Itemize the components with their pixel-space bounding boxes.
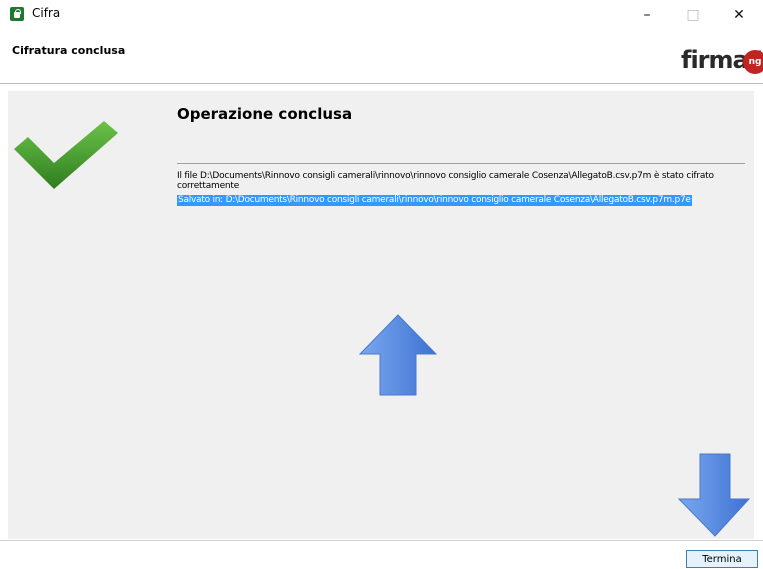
close-button[interactable]: ✕	[716, 0, 762, 30]
checkmark-icon	[14, 121, 118, 189]
title-bar: Cifra – □ ✕	[0, 0, 763, 30]
arrow-down-icon	[678, 453, 750, 537]
maximize-button[interactable]: □	[670, 0, 716, 30]
arrow-up-icon	[358, 314, 438, 396]
lock-app-icon	[10, 7, 24, 21]
firma4ng-logo: firma4 ng	[681, 44, 763, 78]
divider	[177, 163, 745, 164]
operation-title: Operazione conclusa	[177, 105, 353, 123]
result-message: Il file D:\Documents\Rinnovo consigli ca…	[177, 171, 714, 191]
wizard-header: Cifratura conclusa firma4 ng	[0, 30, 763, 84]
step-title: Cifratura conclusa	[12, 44, 126, 57]
window-title: Cifra	[32, 6, 61, 20]
minimize-button[interactable]: –	[624, 0, 670, 30]
finish-button[interactable]: Termina	[686, 550, 758, 568]
saved-path-selection[interactable]: Salvato in: D:\Documents\Rinnovo consigl…	[177, 195, 692, 206]
footer-bar	[0, 540, 763, 569]
logo-badge: ng	[743, 50, 763, 74]
content-panel: Operazione conclusa Il file D:\Documents…	[8, 91, 754, 539]
